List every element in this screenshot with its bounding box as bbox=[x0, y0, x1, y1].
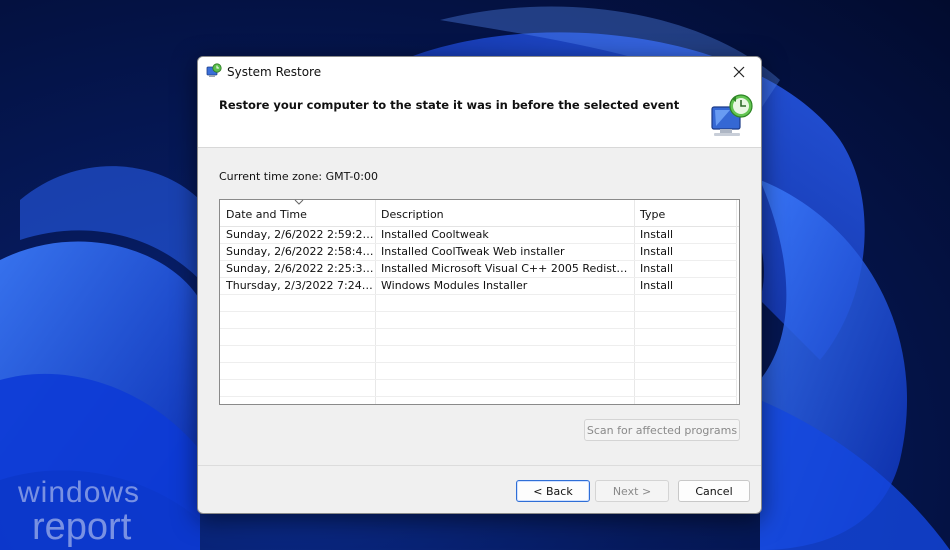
row-type: Install bbox=[640, 228, 674, 241]
cancel-button[interactable]: Cancel bbox=[678, 480, 750, 502]
title-bar[interactable]: System Restore bbox=[198, 57, 761, 87]
table-row[interactable]: Sunday, 2/6/2022 2:58:47 PM Installed Co… bbox=[220, 243, 737, 261]
header-heading: Restore your computer to the state it wa… bbox=[219, 98, 680, 112]
empty-row bbox=[220, 294, 737, 312]
row-type: Install bbox=[640, 279, 674, 292]
empty-row bbox=[220, 362, 737, 380]
watermark-line-2: report bbox=[32, 506, 132, 548]
close-icon bbox=[733, 66, 745, 78]
column-header-description[interactable]: Description bbox=[381, 208, 444, 221]
row-description: Installed CoolTweak Web installer bbox=[381, 245, 565, 258]
row-type: Install bbox=[640, 245, 674, 258]
window-title: System Restore bbox=[227, 65, 322, 79]
row-date: Sunday, 2/6/2022 2:58:47 PM bbox=[226, 245, 376, 258]
table-row[interactable]: Sunday, 2/6/2022 2:59:23 PM Installed Co… bbox=[220, 226, 737, 244]
row-type: Install bbox=[640, 262, 674, 275]
restore-points-list[interactable]: Date and Time Description Type Sunday, 2… bbox=[219, 199, 740, 405]
empty-row bbox=[220, 328, 737, 346]
list-header: Date and Time Description Type bbox=[220, 199, 739, 227]
scan-affected-programs-button[interactable]: Scan for affected programs bbox=[584, 419, 740, 441]
empty-row bbox=[220, 311, 737, 329]
sort-descending-icon bbox=[294, 199, 304, 205]
column-header-type[interactable]: Type bbox=[640, 208, 665, 221]
row-date: Sunday, 2/6/2022 2:59:23 PM bbox=[226, 228, 376, 241]
close-button[interactable] bbox=[721, 59, 757, 85]
back-button[interactable]: < Back bbox=[516, 480, 590, 502]
windows-report-watermark: windows report bbox=[18, 476, 141, 548]
row-description: Installed Microsoft Visual C++ 2005 Redi… bbox=[381, 262, 631, 275]
system-restore-icon bbox=[206, 63, 222, 77]
empty-row bbox=[220, 345, 737, 363]
table-row[interactable]: Sunday, 2/6/2022 2:25:34 PM Installed Mi… bbox=[220, 260, 737, 278]
timezone-label: Current time zone: GMT-0:00 bbox=[219, 170, 379, 183]
system-restore-dialog: System Restore Restore your computer to … bbox=[197, 56, 762, 514]
row-description: Windows Modules Installer bbox=[381, 279, 528, 292]
table-row[interactable]: Thursday, 2/3/2022 7:24:2... Windows Mod… bbox=[220, 277, 737, 295]
column-header-date[interactable]: Date and Time bbox=[226, 208, 307, 221]
footer-separator bbox=[198, 465, 761, 466]
restore-computer-icon bbox=[711, 94, 753, 136]
row-date: Thursday, 2/3/2022 7:24:2... bbox=[226, 279, 376, 292]
empty-row bbox=[220, 379, 737, 397]
row-description: Installed Cooltweak bbox=[381, 228, 489, 241]
watermark-line-1: windows bbox=[18, 476, 141, 509]
dialog-header: Restore your computer to the state it wa… bbox=[198, 87, 761, 148]
row-date: Sunday, 2/6/2022 2:25:34 PM bbox=[226, 262, 376, 275]
next-button[interactable]: Next > bbox=[595, 480, 669, 502]
